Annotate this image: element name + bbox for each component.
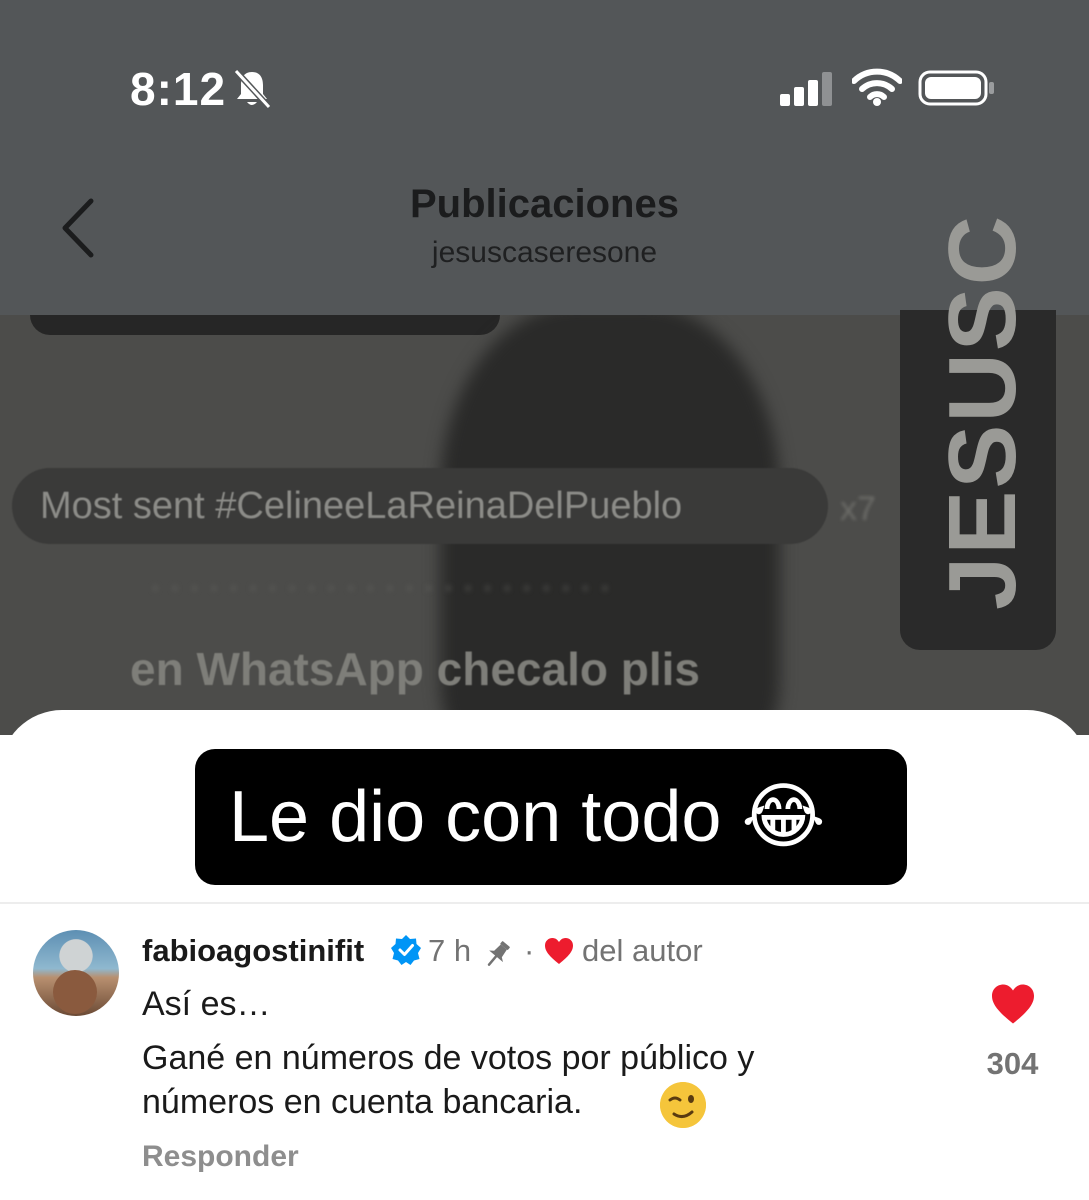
post-caption: Le dio con todo 😂 xyxy=(195,749,907,885)
heart-icon xyxy=(544,937,574,970)
page-subtitle-username[interactable]: jesuscaseresone xyxy=(0,236,1089,270)
page-title: Publicaciones xyxy=(410,182,679,226)
post-overlay-text: en WhatsApp checalo plis xyxy=(130,643,700,695)
watermark-text: JESUSC xyxy=(929,213,1036,610)
post-blur-mark: x7 xyxy=(840,490,876,528)
image-dark-shape xyxy=(30,315,500,335)
comment-username[interactable]: fabioagostinifit xyxy=(142,933,364,969)
verified-badge-icon xyxy=(390,934,422,971)
winking-face-emoji-icon xyxy=(660,1082,706,1128)
comment-text-line: números en cuenta bancaria. xyxy=(142,1083,583,1121)
separator-dot: · xyxy=(524,933,535,968)
wifi-icon xyxy=(851,68,903,111)
reply-button[interactable]: Responder xyxy=(142,1140,299,1174)
pin-icon xyxy=(482,938,514,975)
status-time: 8:12 xyxy=(130,63,227,115)
comment-text-line: Gané en números de votos por público y xyxy=(142,1039,755,1077)
avatar-face xyxy=(53,970,97,1014)
divider xyxy=(0,902,1089,904)
avatar[interactable] xyxy=(33,930,119,1016)
bell-slash-icon xyxy=(232,68,272,115)
cellular-signal-icon xyxy=(780,72,836,111)
comment-time: 7 h xyxy=(428,933,472,968)
post-sticker-text: Most sent #CelineeLaReinaDelPueblo xyxy=(12,468,828,544)
comment-text-line: Así es… xyxy=(142,985,271,1023)
author-like-label: del autor xyxy=(582,933,703,968)
like-heart-icon[interactable] xyxy=(990,983,1036,1030)
like-count: 304 xyxy=(986,1046,1039,1081)
post-blurred-line: · · · · · · · · · · · · · · · · · · · · … xyxy=(150,568,611,604)
battery-icon xyxy=(918,70,996,111)
